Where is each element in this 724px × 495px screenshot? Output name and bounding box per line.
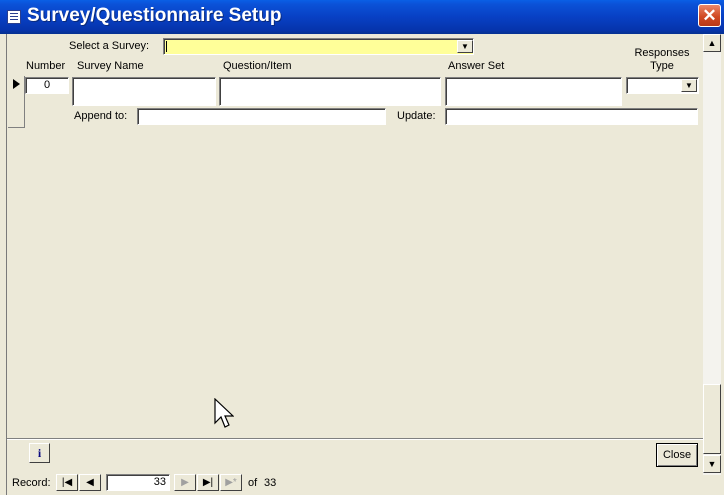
text-caret (166, 41, 167, 52)
column-header-responses-type: Responses Type (634, 47, 690, 72)
scroll-up-button[interactable]: ▲ (703, 34, 721, 52)
responses-type-dropdown-button[interactable]: ▼ (681, 79, 697, 92)
previous-record-icon: ◀ (86, 477, 94, 488)
chevron-down-icon: ▼ (707, 459, 717, 469)
select-survey-label: Select a Survey: (69, 40, 150, 52)
append-to-label: Append to: (74, 110, 128, 122)
record-total: 33 (264, 477, 277, 489)
new-record-button[interactable]: ▶* (220, 474, 242, 491)
new-record-icon: ▶* (225, 477, 237, 488)
column-header-question-item: Question/Item (223, 60, 292, 72)
select-survey-combobox[interactable]: ▼ (163, 38, 474, 55)
question-item-field[interactable] (219, 77, 441, 106)
close-button[interactable]: Close (656, 443, 698, 467)
scroll-down-button[interactable]: ▼ (703, 455, 721, 473)
responses-type-combobox[interactable]: ▼ (626, 77, 699, 94)
mouse-pointer-icon (214, 398, 234, 428)
vertical-scrollbar[interactable]: ▲ ▼ (703, 34, 721, 475)
last-record-icon: ▶| (202, 477, 214, 488)
previous-record-button[interactable]: ◀ (79, 474, 101, 491)
current-record-input[interactable]: 33 (106, 474, 170, 491)
number-field[interactable]: 0 (25, 77, 69, 94)
column-header-survey-name: Survey Name (77, 60, 144, 72)
form-icon (7, 10, 21, 24)
info-button[interactable]: i (29, 443, 50, 463)
chevron-down-icon: ▼ (685, 81, 693, 90)
survey-name-field[interactable] (72, 77, 216, 106)
current-record-arrow-icon (13, 79, 20, 89)
append-to-field[interactable] (137, 108, 386, 125)
record-nav-label: Record: (12, 477, 51, 489)
title-bar: Survey/Questionnaire Setup ✕ (0, 0, 724, 34)
form-footer-divider (7, 438, 703, 440)
scrollbar-thumb[interactable] (703, 384, 721, 454)
answer-set-field[interactable] (445, 77, 622, 106)
window-close-button[interactable]: ✕ (698, 4, 721, 27)
first-record-button[interactable]: |◀ (56, 474, 78, 491)
update-field[interactable] (445, 108, 698, 125)
first-record-icon: |◀ (61, 477, 73, 488)
window-title: Survey/Questionnaire Setup (27, 5, 282, 26)
next-record-button[interactable]: ▶ (174, 474, 196, 491)
record-of-label: of (248, 477, 258, 489)
update-label: Update: (397, 110, 436, 122)
last-record-button[interactable]: ▶| (197, 474, 219, 491)
next-record-icon: ▶ (181, 477, 189, 488)
column-header-answer-set: Answer Set (448, 60, 505, 72)
chevron-up-icon: ▲ (707, 38, 717, 48)
chevron-down-icon: ▼ (461, 42, 469, 51)
select-survey-dropdown-button[interactable]: ▼ (457, 40, 473, 53)
column-header-number: Number (26, 60, 66, 72)
